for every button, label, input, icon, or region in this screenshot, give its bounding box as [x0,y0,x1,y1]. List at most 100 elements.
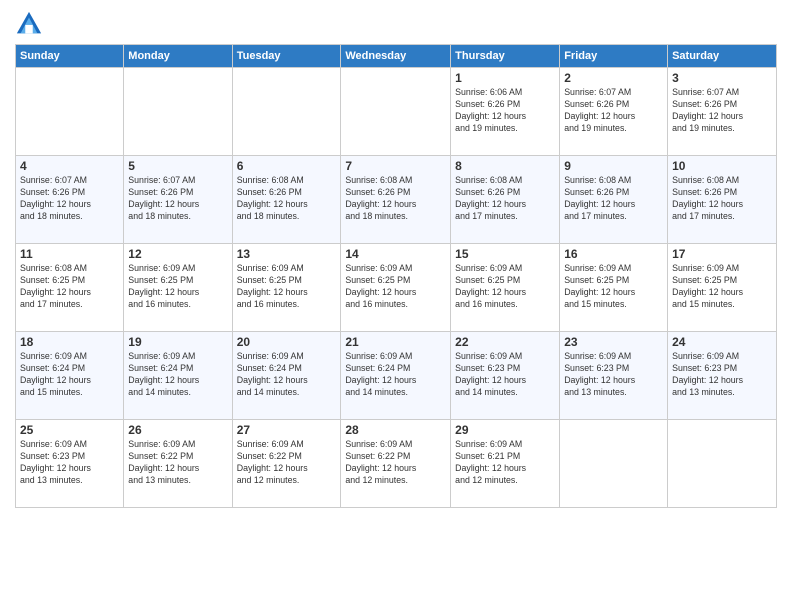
day-info: Sunrise: 6:07 AM Sunset: 6:26 PM Dayligh… [128,175,227,223]
day-info: Sunrise: 6:09 AM Sunset: 6:23 PM Dayligh… [672,351,772,399]
calendar-cell: 10 Sunrise: 6:08 AM Sunset: 6:26 PM Dayli… [668,156,777,244]
calendar-cell: 5 Sunrise: 6:07 AM Sunset: 6:26 PM Daylig… [124,156,232,244]
calendar-cell: 28 Sunrise: 6:09 AM Sunset: 6:22 PM Dayli… [341,420,451,508]
calendar-cell: 22 Sunrise: 6:09 AM Sunset: 6:23 PM Dayli… [451,332,560,420]
day-info: Sunrise: 6:08 AM Sunset: 6:26 PM Dayligh… [564,175,663,223]
day-number: 17 [672,247,772,261]
calendar-cell [560,420,668,508]
day-number: 10 [672,159,772,173]
day-info: Sunrise: 6:09 AM Sunset: 6:23 PM Dayligh… [564,351,663,399]
day-info: Sunrise: 6:07 AM Sunset: 6:26 PM Dayligh… [20,175,119,223]
day-info: Sunrise: 6:08 AM Sunset: 6:26 PM Dayligh… [455,175,555,223]
day-number: 4 [20,159,119,173]
day-info: Sunrise: 6:07 AM Sunset: 6:26 PM Dayligh… [564,87,663,135]
header-row: SundayMondayTuesdayWednesdayThursdayFrid… [16,45,777,68]
week-row-2: 4 Sunrise: 6:07 AM Sunset: 6:26 PM Daylig… [16,156,777,244]
day-info: Sunrise: 6:09 AM Sunset: 6:23 PM Dayligh… [20,439,119,487]
week-row-1: 1 Sunrise: 6:06 AM Sunset: 6:26 PM Daylig… [16,68,777,156]
day-header-thursday: Thursday [451,45,560,68]
day-info: Sunrise: 6:07 AM Sunset: 6:26 PM Dayligh… [672,87,772,135]
page: SundayMondayTuesdayWednesdayThursdayFrid… [0,0,792,612]
calendar-cell [341,68,451,156]
calendar-cell: 19 Sunrise: 6:09 AM Sunset: 6:24 PM Dayli… [124,332,232,420]
day-header-monday: Monday [124,45,232,68]
day-number: 25 [20,423,119,437]
day-header-saturday: Saturday [668,45,777,68]
day-number: 26 [128,423,227,437]
day-number: 19 [128,335,227,349]
calendar-header: SundayMondayTuesdayWednesdayThursdayFrid… [16,45,777,68]
calendar-cell: 3 Sunrise: 6:07 AM Sunset: 6:26 PM Daylig… [668,68,777,156]
day-info: Sunrise: 6:09 AM Sunset: 6:25 PM Dayligh… [128,263,227,311]
day-info: Sunrise: 6:09 AM Sunset: 6:25 PM Dayligh… [455,263,555,311]
day-info: Sunrise: 6:09 AM Sunset: 6:22 PM Dayligh… [237,439,337,487]
day-number: 29 [455,423,555,437]
calendar-cell: 18 Sunrise: 6:09 AM Sunset: 6:24 PM Dayli… [16,332,124,420]
day-header-friday: Friday [560,45,668,68]
day-number: 16 [564,247,663,261]
day-info: Sunrise: 6:09 AM Sunset: 6:24 PM Dayligh… [237,351,337,399]
calendar-cell: 12 Sunrise: 6:09 AM Sunset: 6:25 PM Dayli… [124,244,232,332]
calendar-cell: 8 Sunrise: 6:08 AM Sunset: 6:26 PM Daylig… [451,156,560,244]
day-number: 24 [672,335,772,349]
day-number: 2 [564,71,663,85]
day-info: Sunrise: 6:08 AM Sunset: 6:25 PM Dayligh… [20,263,119,311]
day-header-sunday: Sunday [16,45,124,68]
calendar-cell: 11 Sunrise: 6:08 AM Sunset: 6:25 PM Dayli… [16,244,124,332]
day-info: Sunrise: 6:09 AM Sunset: 6:24 PM Dayligh… [345,351,446,399]
calendar-cell [124,68,232,156]
day-info: Sunrise: 6:06 AM Sunset: 6:26 PM Dayligh… [455,87,555,135]
calendar-cell: 27Sunrise: 6:09 AM Sunset: 6:22 PM Dayli… [232,420,341,508]
week-row-4: 18 Sunrise: 6:09 AM Sunset: 6:24 PM Dayli… [16,332,777,420]
day-number: 12 [128,247,227,261]
day-number: 7 [345,159,446,173]
day-number: 11 [20,247,119,261]
calendar-cell: 2 Sunrise: 6:07 AM Sunset: 6:26 PM Daylig… [560,68,668,156]
calendar-cell: 15 Sunrise: 6:09 AM Sunset: 6:25 PM Dayli… [451,244,560,332]
calendar-cell: 25 Sunrise: 6:09 AM Sunset: 6:23 PM Dayli… [16,420,124,508]
calendar-cell: 16 Sunrise: 6:09 AM Sunset: 6:25 PM Dayli… [560,244,668,332]
day-number: 1 [455,71,555,85]
calendar-cell [232,68,341,156]
day-info: Sunrise: 6:08 AM Sunset: 6:26 PM Dayligh… [672,175,772,223]
day-info: Sunrise: 6:09 AM Sunset: 6:23 PM Dayligh… [455,351,555,399]
calendar-cell: 23 Sunrise: 6:09 AM Sunset: 6:23 PM Dayli… [560,332,668,420]
day-info: Sunrise: 6:09 AM Sunset: 6:24 PM Dayligh… [128,351,227,399]
day-number: 5 [128,159,227,173]
calendar-cell: 24 Sunrise: 6:09 AM Sunset: 6:23 PM Dayli… [668,332,777,420]
day-number: 3 [672,71,772,85]
day-number: 6 [237,159,337,173]
day-number: 23 [564,335,663,349]
calendar: SundayMondayTuesdayWednesdayThursdayFrid… [15,44,777,508]
day-number: 28 [345,423,446,437]
logo-icon [15,10,43,38]
calendar-cell: 4 Sunrise: 6:07 AM Sunset: 6:26 PM Daylig… [16,156,124,244]
calendar-cell: 29 Sunrise: 6:09 AM Sunset: 6:21 PM Dayli… [451,420,560,508]
header [15,10,777,38]
calendar-cell: 1 Sunrise: 6:06 AM Sunset: 6:26 PM Daylig… [451,68,560,156]
day-number: 22 [455,335,555,349]
day-info: Sunrise: 6:09 AM Sunset: 6:24 PM Dayligh… [20,351,119,399]
calendar-cell: 26 Sunrise: 6:09 AM Sunset: 6:22 PM Dayli… [124,420,232,508]
day-number: 18 [20,335,119,349]
day-info: Sunrise: 6:09 AM Sunset: 6:25 PM Dayligh… [237,263,337,311]
calendar-cell: 13 Sunrise: 6:09 AM Sunset: 6:25 PM Dayli… [232,244,341,332]
day-info: Sunrise: 6:08 AM Sunset: 6:26 PM Dayligh… [237,175,337,223]
day-info: Sunrise: 6:09 AM Sunset: 6:22 PM Dayligh… [128,439,227,487]
calendar-cell [16,68,124,156]
day-number: 13 [237,247,337,261]
day-number: 15 [455,247,555,261]
day-info: Sunrise: 6:09 AM Sunset: 6:21 PM Dayligh… [455,439,555,487]
day-header-tuesday: Tuesday [232,45,341,68]
calendar-cell: 20 Sunrise: 6:09 AM Sunset: 6:24 PM Dayli… [232,332,341,420]
day-info: Sunrise: 6:09 AM Sunset: 6:22 PM Dayligh… [345,439,446,487]
day-info: Sunrise: 6:09 AM Sunset: 6:25 PM Dayligh… [564,263,663,311]
week-row-5: 25 Sunrise: 6:09 AM Sunset: 6:23 PM Dayli… [16,420,777,508]
day-number: 9 [564,159,663,173]
day-number: 8 [455,159,555,173]
calendar-cell: 6 Sunrise: 6:08 AM Sunset: 6:26 PM Daylig… [232,156,341,244]
calendar-cell: 9 Sunrise: 6:08 AM Sunset: 6:26 PM Daylig… [560,156,668,244]
day-number: 20 [237,335,337,349]
day-number: 14 [345,247,446,261]
calendar-cell [668,420,777,508]
